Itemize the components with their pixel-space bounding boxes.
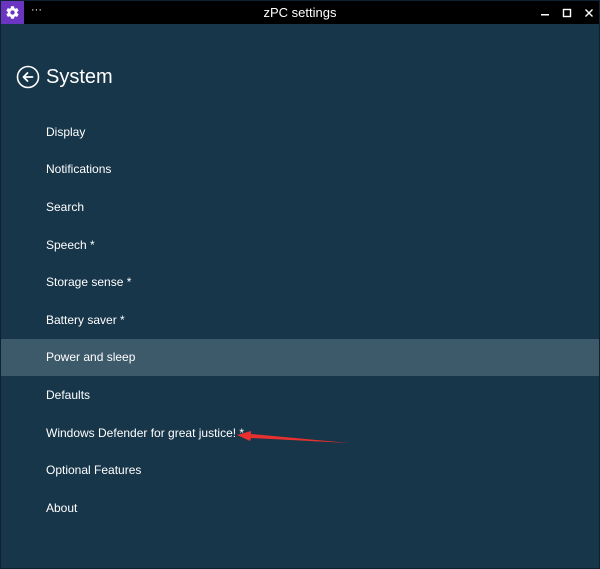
title-bar[interactable]: ··· zPC settings [1, 1, 599, 24]
back-arrow-icon [16, 65, 40, 89]
nav-item-power-and-sleep[interactable]: Power and sleep [1, 338, 599, 377]
close-icon [585, 8, 593, 17]
annotation-arrow-icon [237, 431, 349, 443]
nav-item-about[interactable]: About [1, 489, 599, 527]
nav-item-label: Storage sense * [46, 275, 132, 290]
nav-item-label: Power and sleep [46, 350, 136, 365]
settings-nav-list: Display Notifications Search Speech * St… [1, 113, 599, 527]
nav-item-label: Display [46, 124, 86, 139]
nav-item-notifications[interactable]: Notifications [1, 151, 599, 189]
back-button[interactable] [16, 65, 40, 89]
nav-item-defaults[interactable]: Defaults [1, 376, 599, 414]
minimize-icon [541, 13, 549, 15]
close-button[interactable] [577, 1, 600, 24]
window-title: zPC settings [263, 5, 337, 20]
nav-item-battery-saver[interactable]: Battery saver * [1, 301, 599, 339]
maximize-icon [562, 8, 572, 17]
maximize-button[interactable] [555, 1, 579, 24]
minimize-button[interactable] [533, 1, 557, 24]
settings-window: ··· zPC settings System Display Notifica… [0, 0, 600, 569]
more-button[interactable]: ··· [31, 4, 45, 20]
nav-item-search[interactable]: Search [1, 188, 599, 226]
page-title: System [46, 66, 113, 88]
nav-item-label: Search [46, 199, 85, 214]
nav-item-label: Windows Defender for great justice! * [46, 425, 245, 440]
page-header: System [16, 64, 113, 90]
nav-item-label: About [46, 500, 78, 515]
nav-item-label: Battery saver * [46, 312, 125, 327]
nav-item-label: Notifications [46, 162, 112, 177]
nav-item-label: Speech * [46, 237, 95, 252]
nav-item-optional-features[interactable]: Optional Features [1, 451, 599, 489]
nav-item-speech[interactable]: Speech * [1, 226, 599, 264]
nav-item-storage-sense[interactable]: Storage sense * [1, 263, 599, 301]
gear-icon[interactable] [1, 1, 24, 24]
nav-item-label: Defaults [46, 387, 91, 402]
nav-item-display[interactable]: Display [1, 113, 599, 151]
nav-item-label: Optional Features [46, 463, 142, 478]
